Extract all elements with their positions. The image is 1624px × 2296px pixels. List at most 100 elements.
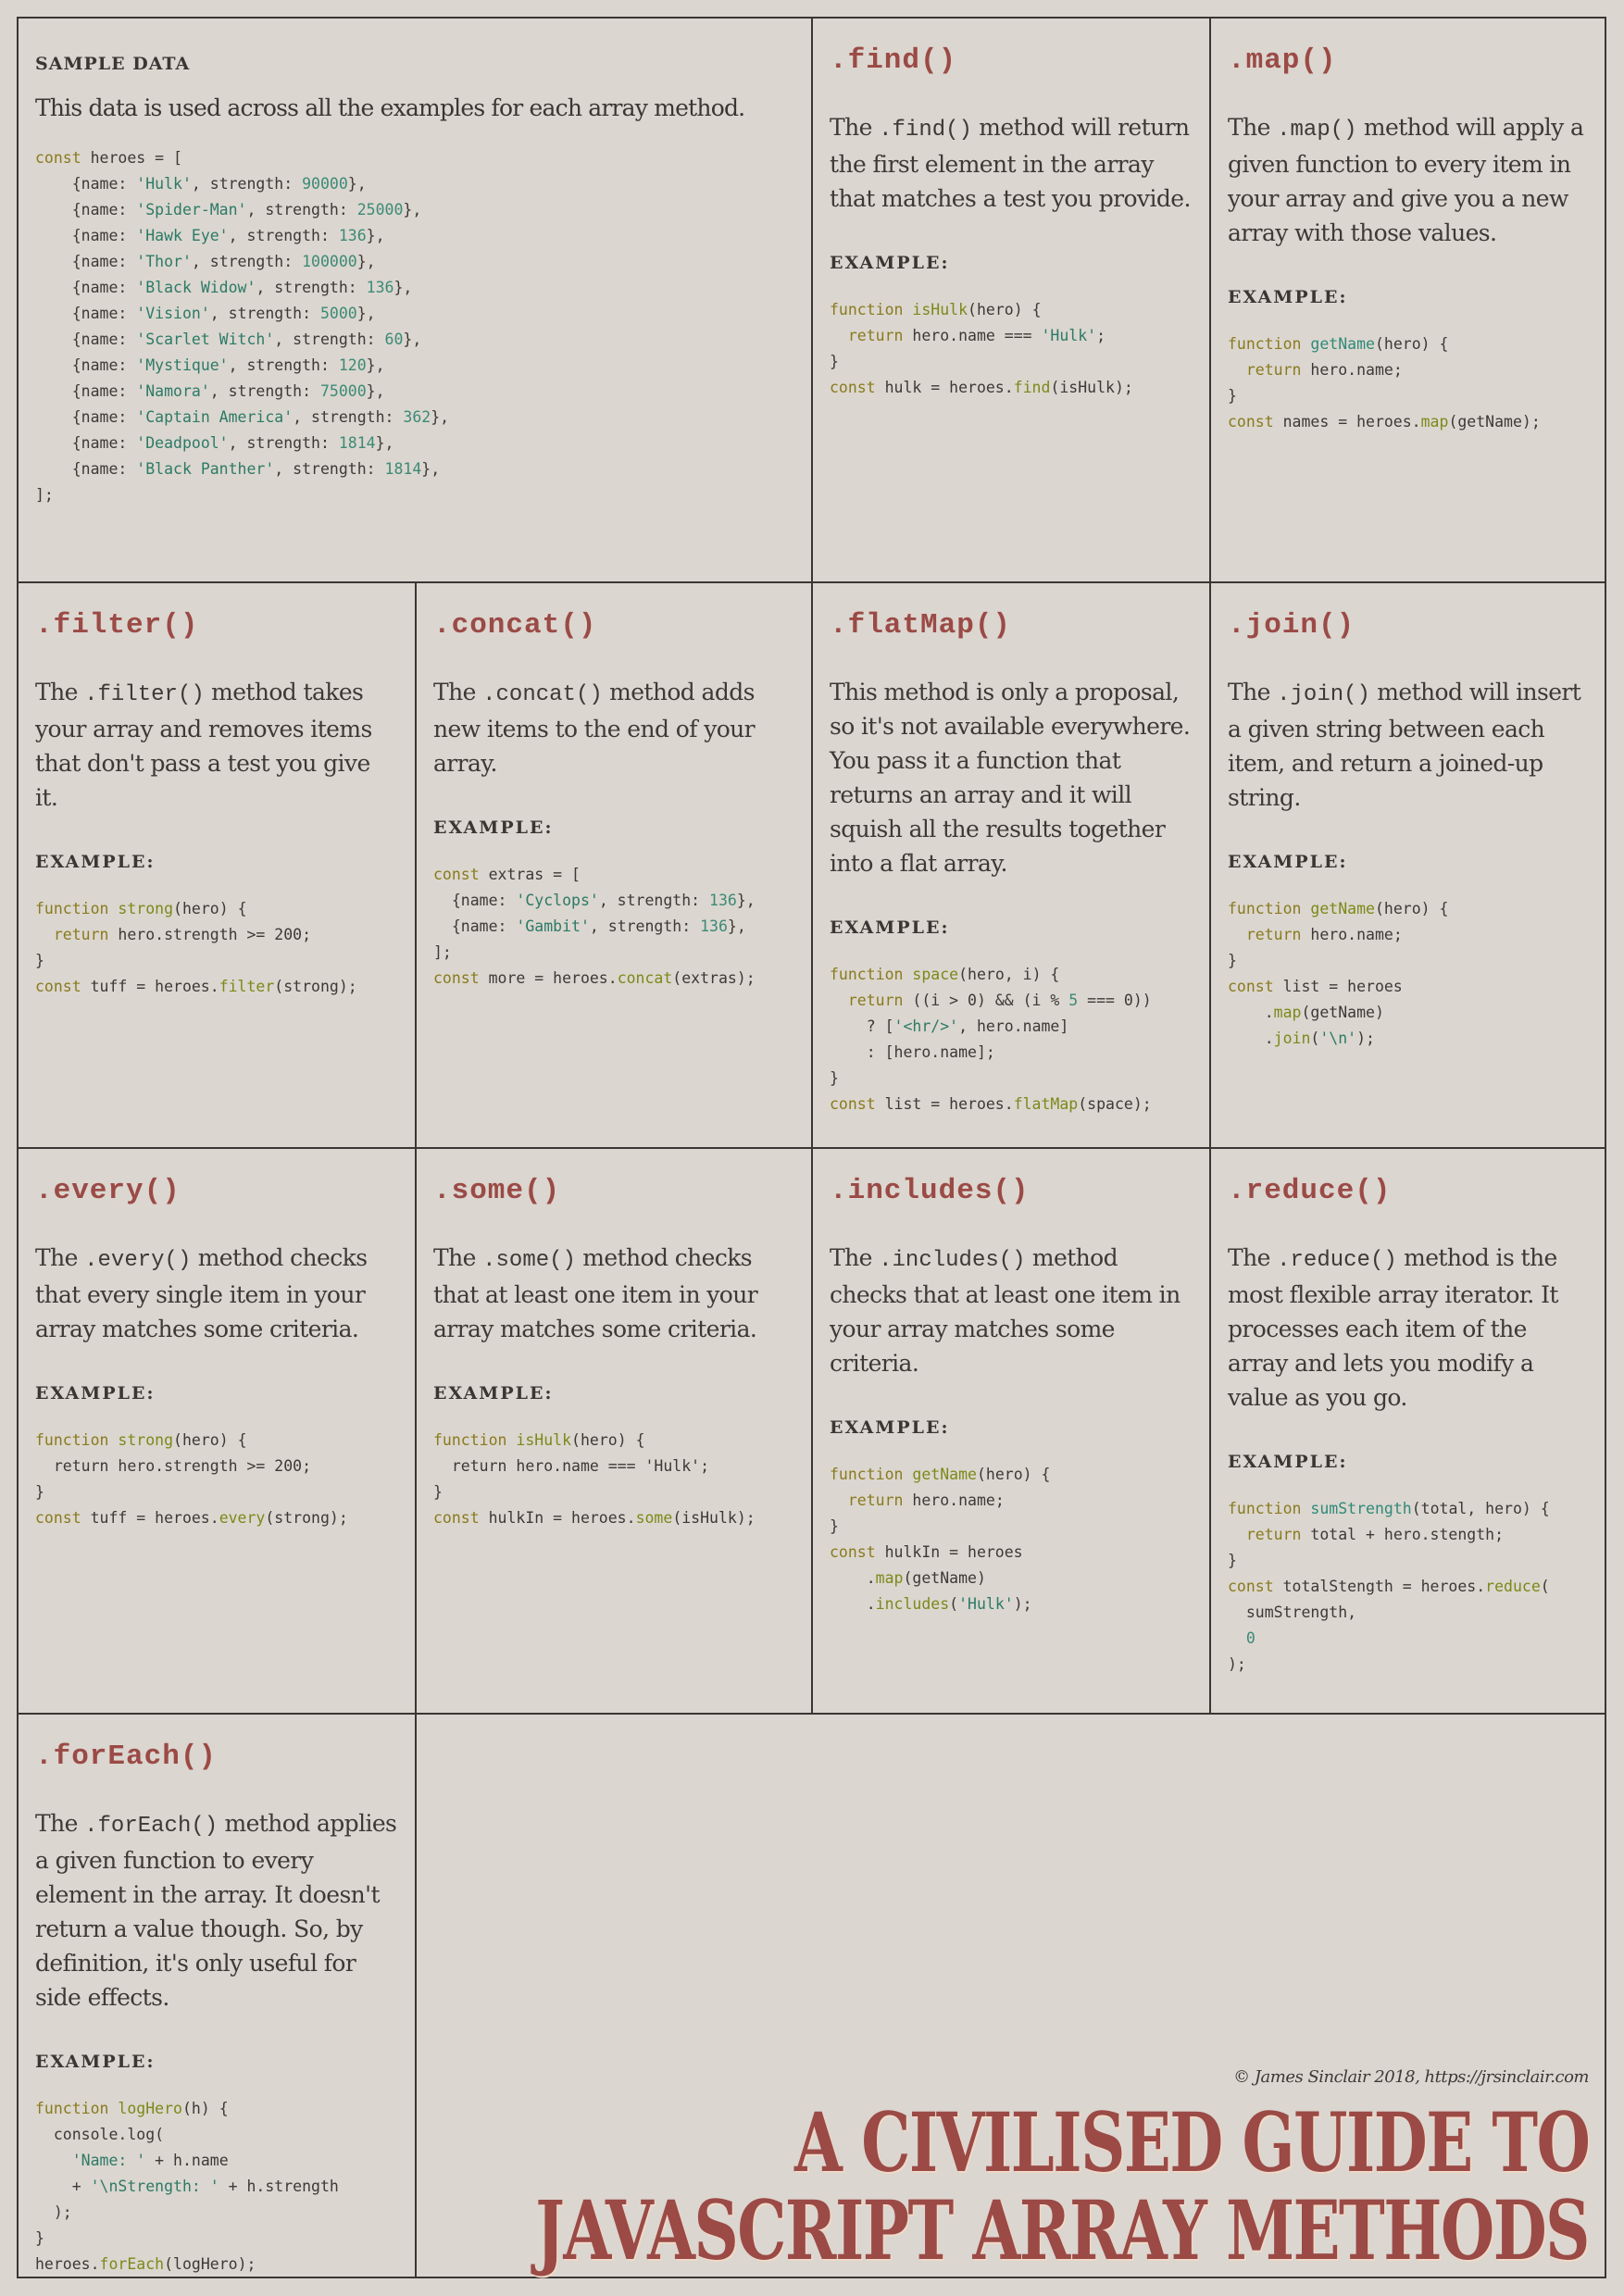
code-keyword: const bbox=[35, 149, 81, 167]
code-line: function logHero(h) { bbox=[35, 2100, 229, 2117]
code-token: return bbox=[53, 926, 109, 943]
code-line: return hero.name; bbox=[1245, 926, 1403, 943]
hero-strength: 120 bbox=[338, 356, 367, 374]
method-title: .map() bbox=[1228, 44, 1337, 77]
code-line: return hero.strength >= 200; bbox=[35, 1457, 312, 1475]
code-line: function isHulk(hero) { bbox=[433, 1431, 645, 1449]
method-description: The .includes() method checks that at le… bbox=[830, 1244, 1181, 1377]
hero-strength: 25000 bbox=[356, 201, 404, 218]
code-token: const bbox=[433, 969, 480, 987]
code-line: sumStrength, bbox=[1228, 1603, 1357, 1621]
code-example: function logHero(h) { console.log( 'Name… bbox=[35, 2096, 398, 2277]
method-title: .every() bbox=[35, 1175, 181, 1207]
code-token: getName bbox=[1310, 335, 1375, 353]
sample-data-heading: SAMPLE DATA bbox=[35, 54, 191, 74]
code-token: join bbox=[1273, 1029, 1311, 1047]
code-token: return bbox=[1245, 361, 1302, 379]
code-line: const tuff = heroes.every(strong); bbox=[35, 1509, 348, 1527]
code-line: 'Name: ' + h.name bbox=[71, 2152, 229, 2169]
code-line: heroes.forEach(logHero); bbox=[35, 2255, 256, 2273]
method-cell-concat: .concat() The .concat() method adds new … bbox=[417, 583, 811, 992]
code-line: return total + hero.stength; bbox=[1245, 1526, 1505, 1543]
method-description: The .map() method will apply a given fun… bbox=[1228, 114, 1584, 246]
example-label: EXAMPLE: bbox=[35, 1383, 156, 1404]
code-token: isHulk bbox=[912, 301, 968, 318]
hero-entry: {name: 'Spider-Man', strength: 25000}, bbox=[71, 201, 422, 218]
code-token: map bbox=[1420, 413, 1449, 430]
method-description: The .find() method will return the first… bbox=[830, 114, 1191, 212]
method-cell-every: .every() The .every() method checks that… bbox=[19, 1149, 415, 1531]
method-title: .flatMap() bbox=[830, 609, 1012, 642]
method-title: .reduce() bbox=[1228, 1175, 1392, 1207]
hero-name: 'Hulk' bbox=[136, 175, 192, 193]
hero-name: 'Vision' bbox=[136, 305, 210, 322]
sample-data-code: const heroes = [ {name: 'Hulk', strength… bbox=[35, 149, 450, 504]
method-description: This method is only a proposal, so it's … bbox=[830, 679, 1191, 877]
code-token: function bbox=[1228, 335, 1302, 353]
code-token: isHulk bbox=[516, 1431, 572, 1449]
code-line: } bbox=[35, 1483, 44, 1501]
hero-entry: {name: 'Black Widow', strength: 136}, bbox=[71, 279, 413, 296]
hero-name: 'Mystique' bbox=[136, 356, 229, 374]
example-label: EXAMPLE: bbox=[35, 2052, 156, 2072]
method-description: The .reduce() method is the most flexibl… bbox=[1228, 1244, 1558, 1411]
method-title: .concat() bbox=[433, 609, 597, 642]
example-label: EXAMPLE: bbox=[830, 917, 950, 938]
method-description: The .join() method will insert a given s… bbox=[1228, 679, 1581, 811]
code-line: } bbox=[1228, 1552, 1237, 1569]
code-line: } bbox=[830, 353, 839, 370]
code-example: function getName(hero) { return hero.nam… bbox=[1228, 331, 1590, 435]
code-token: const bbox=[1228, 1578, 1274, 1595]
method-description: The .every() method checks that every si… bbox=[35, 1244, 368, 1342]
code-token: 0 bbox=[1245, 1629, 1255, 1647]
method-description: The .some() method checks that at least … bbox=[433, 1244, 758, 1342]
code-token: const bbox=[830, 379, 876, 396]
hero-entry: {name: 'Captain America', strength: 362}… bbox=[71, 408, 450, 426]
code-token: 136 bbox=[709, 892, 737, 909]
code-line: + '\nStrength: ' + h.strength bbox=[35, 2177, 339, 2195]
code-line: const list = heroes.flatMap(space); bbox=[830, 1095, 1152, 1113]
code-token: function bbox=[830, 1466, 904, 1483]
code-line: .map(getName) bbox=[1228, 1004, 1384, 1021]
code-token: reduce bbox=[1485, 1578, 1541, 1595]
hero-entry: {name: 'Hulk', strength: 90000}, bbox=[71, 175, 367, 193]
code-token: function bbox=[830, 301, 904, 318]
code-token: return bbox=[847, 1491, 904, 1509]
method-title: .filter() bbox=[35, 609, 199, 642]
code-line: const hulk = heroes.find(isHulk); bbox=[830, 379, 1133, 396]
code-text: heroes = [ bbox=[90, 149, 182, 167]
method-cell-map: .map() The .map() method will apply a gi… bbox=[1211, 19, 1606, 435]
method-title: .forEach() bbox=[35, 1741, 218, 1773]
code-line: const hulkIn = heroes.some(isHulk); bbox=[433, 1509, 756, 1527]
code-line: function sumStrength(total, hero) { bbox=[1228, 1500, 1550, 1517]
hero-strength: 5000 bbox=[319, 305, 357, 322]
hero-strength: 60 bbox=[384, 331, 404, 348]
code-example: function strong(hero) { return hero.stre… bbox=[35, 1428, 398, 1531]
code-token: 136 bbox=[700, 917, 728, 935]
hero-entry: {name: 'Scarlet Witch', strength: 60}, bbox=[71, 331, 422, 348]
code-line: } bbox=[830, 1517, 839, 1535]
example-label: EXAMPLE: bbox=[830, 1417, 950, 1438]
code-line: ); bbox=[1228, 1655, 1246, 1673]
code-line: } bbox=[35, 952, 44, 969]
example-label: EXAMPLE: bbox=[433, 1383, 554, 1404]
code-example: function space(hero, i) { return ((i > 0… bbox=[830, 962, 1193, 1117]
code-token: '\nStrength: ' bbox=[90, 2177, 219, 2195]
code-line: const tuff = heroes.filter(strong); bbox=[35, 978, 357, 995]
example-label: EXAMPLE: bbox=[433, 817, 554, 838]
code-line: .includes('Hulk'); bbox=[830, 1595, 1032, 1613]
code-token: 'Hulk' bbox=[1041, 327, 1097, 344]
code-token: space bbox=[912, 966, 959, 983]
code-line: function isHulk(hero) { bbox=[830, 301, 1042, 318]
hero-name: 'Black Widow' bbox=[136, 279, 256, 296]
code-line: function getName(hero) { bbox=[830, 1466, 1051, 1483]
code-token: 'Gambit' bbox=[516, 917, 590, 935]
code-token: getName bbox=[912, 1466, 977, 1483]
code-line: : [hero.name]; bbox=[830, 1043, 995, 1061]
hero-strength: 75000 bbox=[319, 382, 367, 400]
hero-strength: 90000 bbox=[302, 175, 348, 193]
code-line: const names = heroes.map(getName); bbox=[1228, 413, 1541, 430]
code-token: return bbox=[847, 327, 904, 344]
hero-entry: {name: 'Black Panther', strength: 1814}, bbox=[71, 460, 441, 478]
method-description: The .forEach() method applies a given fu… bbox=[35, 1810, 397, 2011]
